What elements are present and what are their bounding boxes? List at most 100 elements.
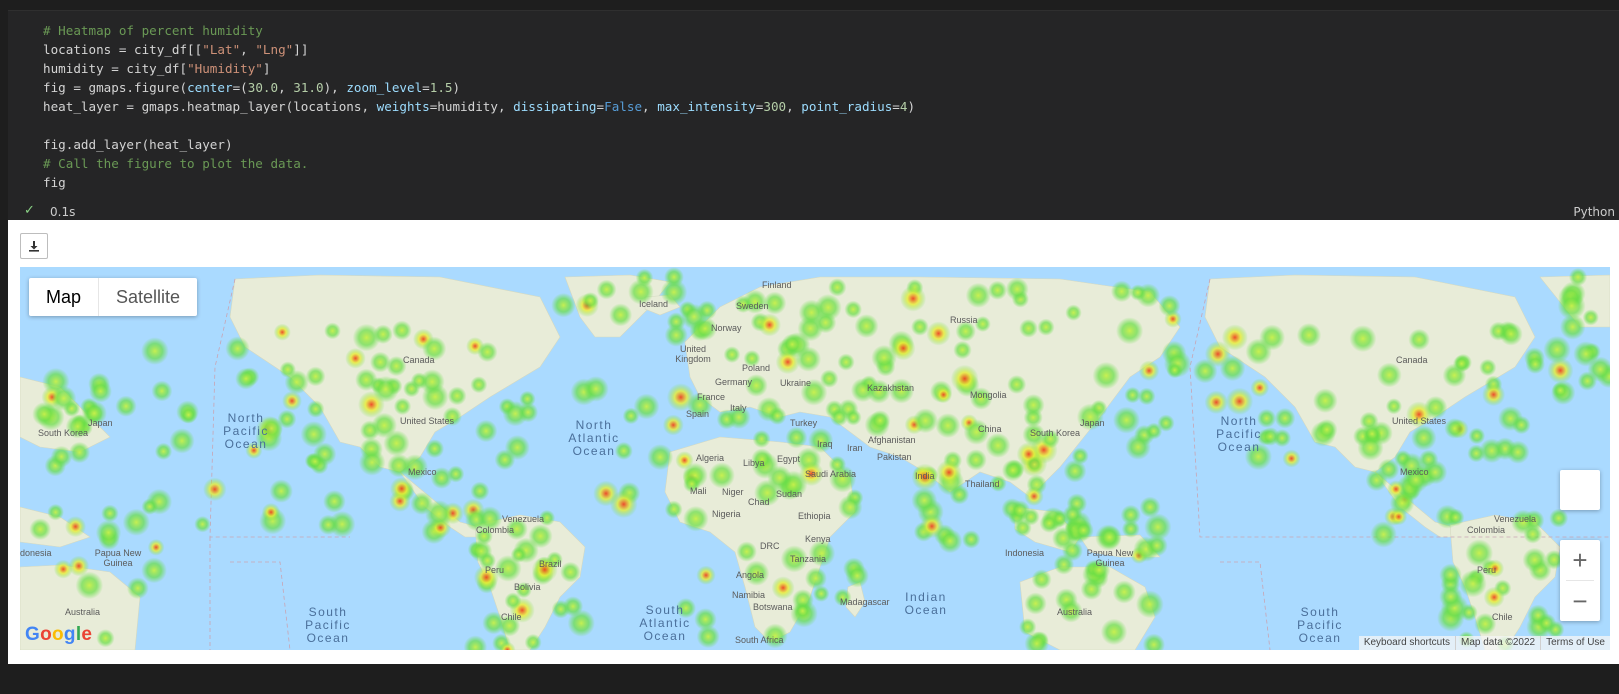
- heat-point: [518, 402, 539, 423]
- heat-point: [1225, 387, 1254, 415]
- heat-point: [1479, 358, 1497, 377]
- fullscreen-button[interactable]: [1560, 470, 1600, 510]
- code-number: 30.0: [247, 80, 279, 95]
- heat-point: [911, 318, 929, 336]
- heat-point: [985, 433, 1011, 458]
- heat-point: [1446, 508, 1465, 527]
- ocean-label: Indian Ocean: [905, 590, 948, 617]
- code-token: ,: [786, 99, 802, 114]
- heat-point: [141, 557, 167, 584]
- heat-point: [1483, 586, 1505, 608]
- country-label: Germany: [715, 377, 753, 387]
- country-label: United States: [400, 416, 455, 426]
- code-editor[interactable]: # Heatmap of percent humidity locations …: [43, 21, 915, 192]
- heat-point: [1135, 590, 1164, 619]
- country-label: Turkey: [790, 418, 818, 428]
- execution-time: 0.1s: [50, 205, 76, 219]
- heat-point: [962, 530, 981, 549]
- map-canvas[interactable]: North Pacific Ocean North Atlantic Ocean Nor…: [20, 267, 1610, 650]
- heat-point: [1142, 633, 1165, 650]
- map-type-satellite-button[interactable]: Satellite: [98, 278, 197, 316]
- heat-point: [1092, 361, 1120, 390]
- heat-point: [814, 311, 837, 334]
- country-label: Niger: [722, 487, 744, 497]
- heat-point: [1001, 459, 1024, 482]
- heat-point: [771, 576, 795, 600]
- heat-point: [95, 519, 122, 546]
- zoom-in-button[interactable]: +: [1560, 540, 1600, 580]
- code-cell[interactable]: # Heatmap of percent humidity locations …: [8, 10, 1619, 221]
- heat-point: [504, 592, 522, 610]
- heat-point: [664, 267, 684, 287]
- country-label: Canada: [403, 355, 435, 365]
- country-label: Sudan: [776, 489, 802, 499]
- heat-point: [1259, 324, 1286, 351]
- heat-point: [953, 340, 972, 360]
- heat-point: [1390, 508, 1408, 526]
- country-label: Chile: [501, 612, 522, 622]
- country-label: DRC: [760, 541, 780, 551]
- country-label: Ethiopia: [798, 511, 831, 521]
- map-widget[interactable]: North Pacific Ocean North Atlantic Ocean Nor…: [20, 267, 1610, 650]
- country-label: Venezuela: [502, 514, 544, 524]
- heat-point: [845, 409, 862, 426]
- heat-point: [1376, 362, 1402, 388]
- heat-point: [358, 391, 385, 418]
- keyboard-shortcuts-link[interactable]: Keyboard shortcuts: [1359, 636, 1455, 650]
- heat-point: [1026, 456, 1043, 473]
- heat-point: [306, 452, 324, 471]
- heat-point: [1387, 480, 1405, 498]
- code-string: "Lat": [202, 42, 241, 57]
- heat-point: [179, 406, 198, 424]
- heat-point: [891, 336, 916, 361]
- heat-point: [305, 366, 326, 387]
- zoom-out-button[interactable]: −: [1560, 581, 1600, 621]
- heat-point: [1257, 408, 1277, 428]
- heat-point: [828, 278, 847, 297]
- country-label: Thailand: [965, 479, 1000, 489]
- heat-point: [647, 444, 674, 471]
- country-label: Mexico: [408, 467, 437, 477]
- heat-point: [29, 518, 52, 541]
- ocean-label: South Atlantic Ocean: [639, 603, 690, 643]
- heat-point: [1296, 323, 1322, 348]
- heat-point: [1512, 415, 1531, 435]
- heat-point: [115, 395, 137, 417]
- heat-point: [126, 577, 149, 600]
- terms-of-use-link[interactable]: Terms of Use: [1540, 636, 1610, 650]
- heat-point: [696, 625, 720, 649]
- heat-point: [758, 313, 781, 337]
- heat-point: [463, 635, 488, 650]
- heat-point: [151, 380, 173, 402]
- map-type-map-button[interactable]: Map: [29, 278, 98, 316]
- heat-point: [470, 376, 488, 394]
- country-label: India: [915, 471, 935, 481]
- country-label: Peru: [1477, 565, 1496, 575]
- heat-point: [1007, 375, 1027, 394]
- country-label: Iraq: [817, 439, 833, 449]
- google-logo[interactable]: Google: [25, 624, 92, 646]
- download-button[interactable]: [20, 233, 48, 259]
- ocean-label: North Atlantic Ocean: [568, 418, 619, 458]
- cell-status-bar: ✓ 0.1s Python: [8, 203, 1619, 221]
- country-label: United Kingdom: [675, 344, 711, 364]
- heat-point: [913, 408, 938, 434]
- heat-point: [447, 386, 467, 406]
- heat-point: [1116, 317, 1144, 345]
- heat-point: [324, 322, 341, 340]
- language-label[interactable]: Python: [1573, 205, 1615, 219]
- country-label: Iran: [847, 443, 863, 453]
- heat-point: [141, 337, 169, 365]
- heat-point: [1452, 355, 1471, 373]
- country-label: Botswana: [753, 602, 793, 612]
- country-label: Norway: [711, 323, 742, 333]
- code-token: ): [452, 80, 461, 95]
- map-attribution: Keyboard shortcuts Map data ©2022 Terms …: [1358, 636, 1610, 650]
- heat-point: [1024, 486, 1044, 506]
- heat-point: [393, 397, 412, 416]
- heat-point: [273, 323, 291, 341]
- heat-point: [1261, 427, 1280, 446]
- heat-point: [345, 348, 366, 369]
- heat-point: [477, 341, 498, 363]
- heat-point: [154, 442, 173, 460]
